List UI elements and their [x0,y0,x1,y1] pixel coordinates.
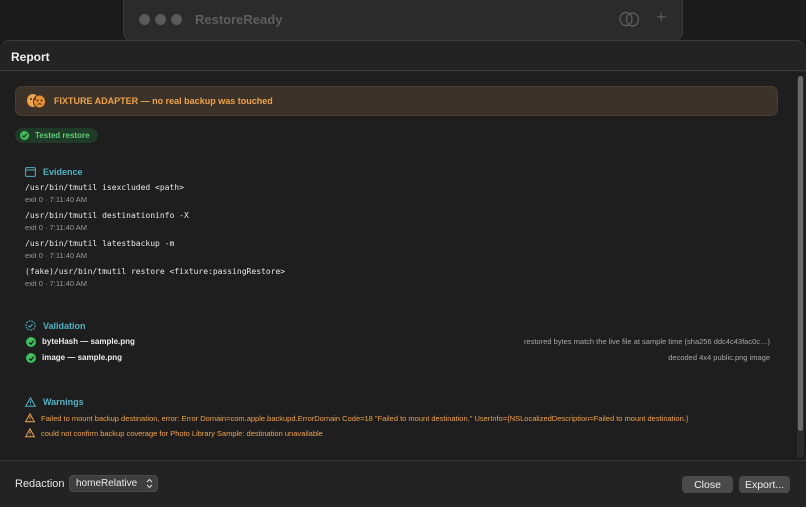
validation-heading-label: Validation [43,320,86,331]
evidence-meta: exit 0 · 7:11:40 AM [25,279,87,288]
redaction-label: Redaction [15,478,65,490]
vertical-scrollbar[interactable] [797,76,804,458]
evidence-command: /usr/bin/tmutil destinationinfo -X [25,211,189,220]
checkmark-icon [26,337,36,347]
warning-triangle-icon [25,396,36,407]
warning-row: Failed to mount backup destination, erro… [25,413,795,424]
theater-masks-icon[interactable] [618,11,640,27]
sheet-title: Report [11,50,50,64]
validation-name: byteHash — sample.png [42,337,135,346]
evidence-command: /usr/bin/tmutil latestbackup -m [25,239,175,248]
close-button[interactable]: Close [682,476,733,493]
redaction-select-value: homeRelative [76,478,138,489]
warning-row: could not confirm backup coverage for Ph… [25,428,795,439]
minimize-window-dot[interactable] [155,14,166,25]
scrollbar-thumb[interactable] [798,76,803,431]
warning-triangle-icon [25,428,35,438]
checkmark-icon [26,353,36,363]
zoom-window-dot[interactable] [171,14,182,25]
report-sheet: Report FIXTURE ADAPTER — no real backup … [0,40,806,507]
background-window-title: RestoreReady [195,12,283,27]
warnings-heading: Warnings [25,396,84,407]
fixture-banner: FIXTURE ADAPTER — no real backup was tou… [15,86,778,116]
close-window-dot[interactable] [139,14,150,25]
chevron-up-down-icon [146,478,153,489]
checkmark-icon [20,131,29,140]
evidence-heading-label: Evidence [43,166,83,177]
sheet-header: Report [0,41,806,71]
evidence-command: (fake)/usr/bin/tmutil restore <fixture:p… [25,267,286,276]
evidence-meta: exit 0 · 7:11:40 AM [25,251,87,260]
evidence-heading: Evidence [25,166,83,177]
sheet-footer: Redaction homeRelative Close Export... [0,460,806,507]
validation-heading: Validation [25,320,86,331]
validation-row: image — sample.png decoded 4x4 public.pn… [25,352,770,364]
evidence-command: /usr/bin/tmutil isexcluded <path> [25,183,184,192]
report-content: FIXTURE ADAPTER — no real backup was tou… [0,72,806,460]
warning-text: Failed to mount backup destination, erro… [41,414,689,423]
warning-text: could not confirm backup coverage for Ph… [41,429,323,438]
background-window: RestoreReady + [123,0,683,42]
validation-name: image — sample.png [42,353,123,362]
export-button[interactable]: Export... [739,476,790,493]
warning-triangle-icon [25,413,35,423]
terminal-icon [25,166,36,177]
validation-row: byteHash — sample.png restored bytes mat… [25,336,770,348]
banner-text: FIXTURE ADAPTER — no real backup was tou… [54,96,273,106]
status-badge-label: Tested restore [35,131,90,140]
evidence-meta: exit 0 · 7:11:40 AM [25,195,87,204]
validation-note: restored bytes match the live file at sa… [524,337,770,346]
checkmark-seal-icon [25,320,36,331]
warnings-heading-label: Warnings [43,396,84,407]
add-icon[interactable]: + [656,7,667,28]
theater-masks-icon [27,94,46,109]
validation-note: decoded 4x4 public.png image [668,353,770,362]
status-badge: Tested restore [15,128,98,143]
evidence-meta: exit 0 · 7:11:40 AM [25,223,87,232]
redaction-select[interactable]: homeRelative [69,475,158,492]
